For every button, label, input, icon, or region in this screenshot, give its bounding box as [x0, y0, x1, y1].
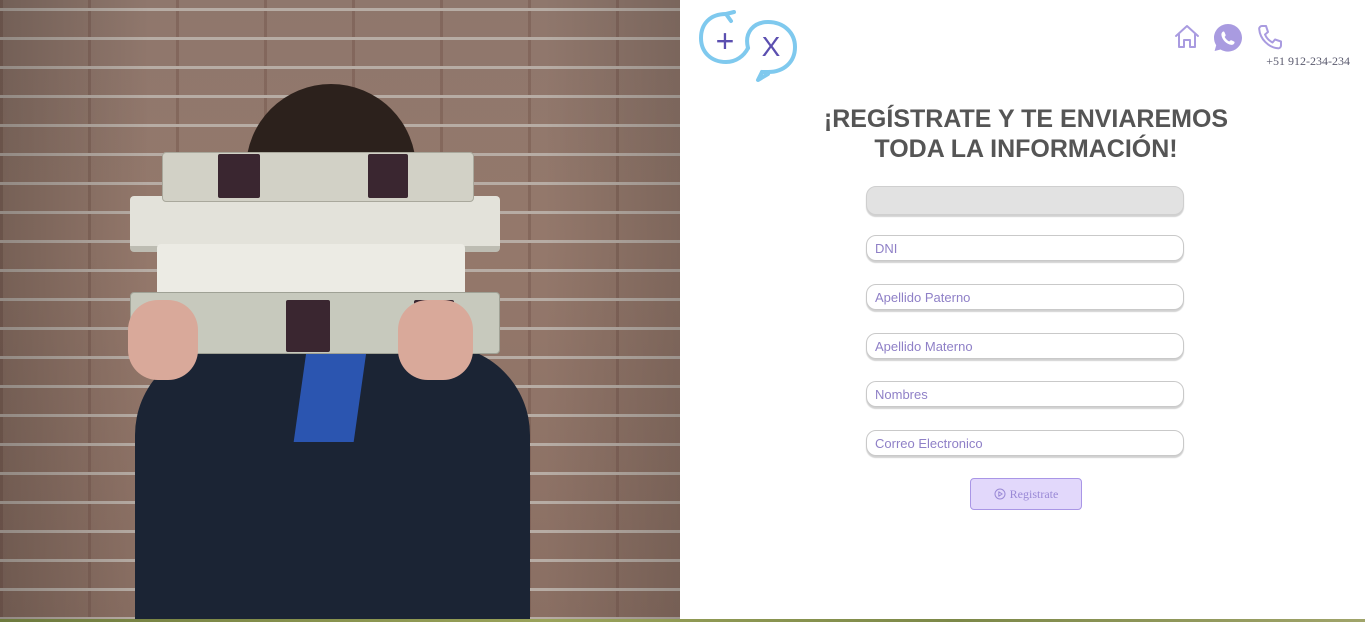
nombres-input[interactable] — [866, 381, 1184, 407]
photo-hand — [128, 300, 198, 380]
hero-photo — [0, 0, 680, 620]
whatsapp-icon[interactable] — [1212, 22, 1244, 54]
registrate-button-label: Registrate — [1009, 486, 1059, 501]
play-circle-icon — [994, 488, 1006, 500]
photo-book-label — [286, 300, 330, 352]
headline-line-2: TODA LA INFORMACIÓN! — [874, 135, 1178, 163]
headline-line-1: ¡REGÍSTRATE Y TE ENVIAREMOS — [823, 105, 1229, 133]
phone-icon[interactable] — [1255, 22, 1283, 52]
brand-logo[interactable]: + X — [698, 8, 798, 82]
registrate-button[interactable]: Registrate — [970, 478, 1082, 510]
header-phone-number: +51 912-234-234 — [1266, 54, 1350, 68]
dni-input[interactable] — [866, 235, 1184, 261]
photo-book-label — [218, 154, 260, 198]
photo-hand — [398, 300, 473, 380]
logo-x: X — [762, 31, 781, 62]
first-field-input[interactable] — [866, 186, 1184, 215]
apellido-paterno-input[interactable] — [866, 284, 1184, 310]
home-icon[interactable] — [1172, 22, 1202, 52]
photo-book-label — [368, 154, 408, 198]
logo-plus: + — [716, 23, 735, 59]
registration-headline: ¡REGÍSTRATE Y TE ENVIAREMOS TODA LA INFO… — [780, 104, 1272, 164]
apellido-materno-input[interactable] — [866, 333, 1184, 359]
photo-collar — [293, 352, 367, 442]
photo-book — [162, 152, 474, 202]
correo-electronico-input[interactable] — [866, 430, 1184, 456]
